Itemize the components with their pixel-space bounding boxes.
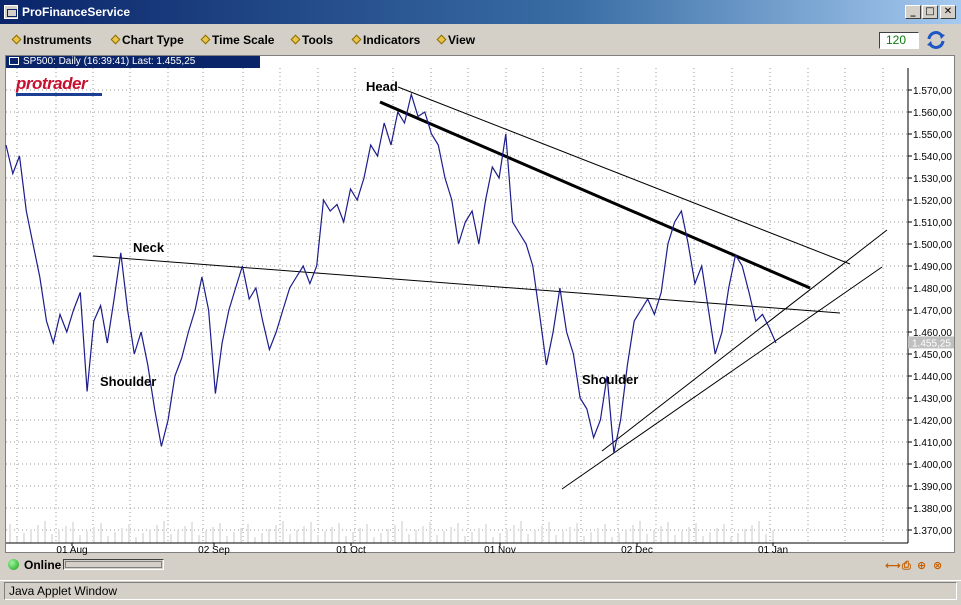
annotation-neck: Neck <box>133 240 165 255</box>
print-icon[interactable]: ⎙ <box>902 559 911 573</box>
price-tick-label: 1.520,00 <box>913 196 952 207</box>
price-tick-label: 1.450,00 <box>913 350 952 361</box>
add-icon[interactable]: ⊕ <box>917 559 926 572</box>
price-tick-label: 1.390,00 <box>913 482 952 493</box>
price-tick-label: 1.490,00 <box>913 262 952 273</box>
progress-bar <box>63 559 164 570</box>
support-line-1[interactable] <box>601 229 888 452</box>
price-tick-label: 1.550,00 <box>913 130 952 141</box>
price-tick-label: 1.440,00 <box>913 372 952 383</box>
annotation-right-shoulder: Shoulder <box>582 372 638 387</box>
zoom-icon[interactable]: ⟷ <box>885 559 901 572</box>
price-axis: 1.570,00 1.560,00 1.550,00 1.540,00 1.530,00… <box>907 68 952 543</box>
price-tick-label: 1.540,00 <box>913 152 952 163</box>
price-tick-label: 1.420,00 <box>913 416 952 427</box>
protrader-logo: protrader <box>16 74 88 93</box>
volume-bars <box>9 521 774 543</box>
price-tick-label: 1.570,00 <box>913 86 952 97</box>
price-tick-label: 1.430,00 <box>913 394 952 405</box>
price-tick-label: 1.510,00 <box>913 218 952 229</box>
price-tick-label: 1.380,00 <box>913 504 952 515</box>
online-status-icon <box>8 559 19 570</box>
price-tick-label: 1.560,00 <box>913 108 952 119</box>
close-icon[interactable]: ⊗ <box>933 559 942 572</box>
last-price-marker: 1.455,25 <box>908 336 954 349</box>
price-tick-label: 1.500,00 <box>913 240 952 251</box>
upper-channel-line[interactable] <box>397 86 851 265</box>
neckline[interactable] <box>92 255 841 314</box>
head-trendline[interactable] <box>379 100 811 290</box>
price-tick-label: 1.530,00 <box>913 174 952 185</box>
online-label: Online <box>24 558 62 572</box>
annotation-head: Head <box>366 79 398 94</box>
last-price-label: 1.455,25 <box>912 338 951 349</box>
price-tick-label: 1.400,00 <box>913 460 952 471</box>
price-series-line[interactable] <box>5 92 777 454</box>
price-chart[interactable]: 1.570,00 1.560,00 1.550,00 1.540,00 1.530,00… <box>0 0 961 604</box>
applet-window-label: Java Applet Window <box>4 582 957 600</box>
price-tick-label: 1.470,00 <box>913 306 952 317</box>
price-tick-label: 1.410,00 <box>913 438 952 449</box>
price-tick-label: 1.480,00 <box>913 284 952 295</box>
price-tick-label: 1.370,00 <box>913 526 952 537</box>
logo-underline <box>16 93 102 96</box>
chart-grid <box>6 68 908 543</box>
chart-annotations: Head Neck Shoulder Shoulder <box>100 79 638 389</box>
annotation-left-shoulder: Shoulder <box>100 374 156 389</box>
